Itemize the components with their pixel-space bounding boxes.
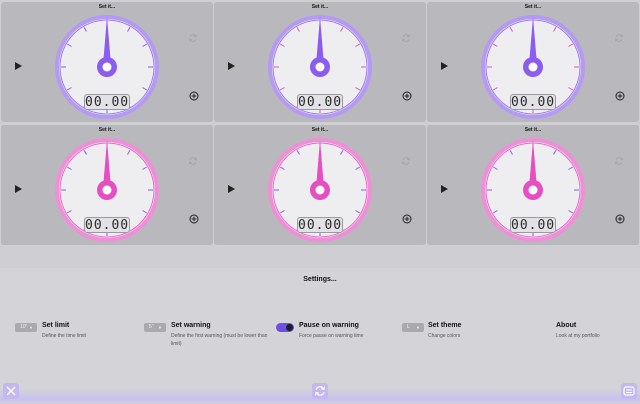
play-icon[interactable]: [441, 185, 448, 193]
play-icon[interactable]: [228, 185, 235, 193]
theme-label: Set theme: [428, 322, 462, 329]
add-circle-icon[interactable]: [402, 91, 412, 101]
timer-tile: Set it... 00.00: [1, 2, 213, 122]
refresh-icon[interactable]: [614, 156, 624, 166]
play-icon[interactable]: [441, 62, 448, 70]
time-display: 00.00: [84, 217, 130, 233]
timer-tile: Set it... 00.00: [1, 125, 213, 245]
about-desc: Look at my portfolio: [556, 333, 600, 339]
limit-desc: Define the time limit: [42, 333, 86, 339]
warning-select[interactable]: 5" ▼: [144, 323, 166, 332]
toggle-knob: [286, 324, 293, 331]
timer-dial[interactable]: 00.00: [53, 13, 161, 121]
add-circle-icon[interactable]: [189, 91, 199, 101]
theme-select[interactable]: L ▼: [402, 323, 424, 332]
close-button[interactable]: [3, 383, 19, 399]
limit-label: Set limit: [42, 322, 70, 329]
add-circle-icon[interactable]: [615, 214, 625, 224]
time-display: 00.00: [297, 217, 343, 233]
timer-dial[interactable]: 00.00: [53, 136, 161, 244]
settings-panel: Settings... 10" ▼ Set limit Define the t…: [0, 268, 640, 401]
chevron-down-icon: ▼: [158, 325, 162, 330]
timer-tile: Set it... 00.00: [427, 125, 639, 245]
theme-value: L: [407, 324, 410, 330]
timer-dial[interactable]: 00.00: [266, 136, 374, 244]
time-display: 00.00: [510, 94, 556, 110]
refresh-icon: [314, 386, 326, 396]
time-display: 00.00: [297, 94, 343, 110]
time-display: 00.00: [510, 217, 556, 233]
chevron-down-icon: ▼: [29, 325, 33, 330]
pause-toggle[interactable]: [276, 323, 294, 332]
tile-title: Set it...: [524, 4, 542, 10]
play-icon[interactable]: [15, 62, 22, 70]
timer-tile: Set it... 00.00: [427, 2, 639, 122]
refresh-icon[interactable]: [188, 156, 198, 166]
chevron-down-icon: ▼: [416, 325, 420, 330]
close-icon: [6, 386, 16, 396]
timer-grid: Set it... 00.00 Set it... 00.00 Set it..…: [0, 0, 640, 248]
add-circle-icon[interactable]: [402, 214, 412, 224]
tile-title: Set it...: [311, 4, 329, 10]
refresh-icon[interactable]: [188, 33, 198, 43]
menu-button[interactable]: [621, 383, 637, 399]
timer-tile: Set it... 00.00: [214, 125, 426, 245]
timer-dial[interactable]: 00.00: [266, 13, 374, 121]
timer-tile: Set it... 00.00: [214, 2, 426, 122]
tile-title: Set it...: [98, 4, 116, 10]
tile-title: Set it...: [311, 127, 329, 133]
add-circle-icon[interactable]: [189, 214, 199, 224]
theme-desc: Change colors: [428, 333, 461, 339]
refresh-button[interactable]: [312, 383, 328, 399]
warning-desc: Define the first warning (must be lower …: [171, 333, 268, 347]
refresh-icon[interactable]: [401, 156, 411, 166]
play-icon[interactable]: [228, 62, 235, 70]
pause-label: Pause on warning: [299, 322, 359, 329]
pause-desc: Force pause on warning time: [299, 333, 364, 339]
add-circle-icon[interactable]: [615, 91, 625, 101]
timer-dial[interactable]: 00.00: [479, 136, 587, 244]
timer-dial[interactable]: 00.00: [479, 13, 587, 121]
time-display: 00.00: [84, 94, 130, 110]
tile-title: Set it...: [524, 127, 542, 133]
settings-title: Settings...: [303, 276, 337, 283]
refresh-icon[interactable]: [614, 33, 624, 43]
refresh-icon[interactable]: [401, 33, 411, 43]
play-icon[interactable]: [15, 185, 22, 193]
limit-value: 10": [20, 324, 28, 330]
menu-icon: [623, 386, 635, 396]
warning-value: 5": [149, 324, 154, 330]
warning-label: Set warning: [171, 322, 211, 329]
about-label: About: [556, 322, 577, 329]
limit-select[interactable]: 10" ▼: [15, 323, 37, 332]
tile-title: Set it...: [98, 127, 116, 133]
